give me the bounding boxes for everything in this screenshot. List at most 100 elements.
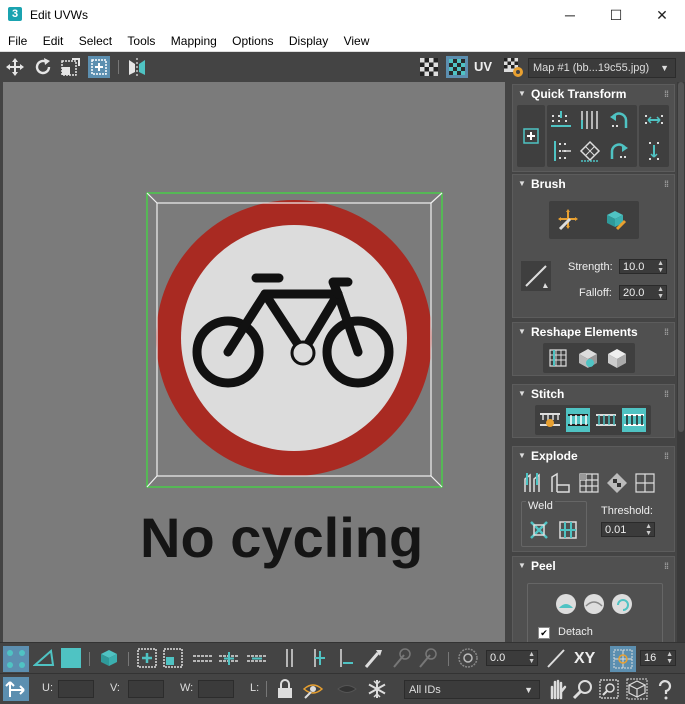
u-coordinate-field[interactable]	[58, 680, 94, 698]
stitch-to-target-icon[interactable]	[622, 408, 646, 432]
falloff-distance-spinner[interactable]: 0.0 ▲ ▼	[486, 650, 538, 666]
space-vertical-icon[interactable]	[578, 108, 602, 132]
break-by-material-icon[interactable]	[577, 471, 601, 495]
scale-icon[interactable]	[60, 56, 82, 78]
grow-selection-icon[interactable]	[136, 647, 158, 669]
paint-grow-icon[interactable]	[390, 647, 412, 669]
zoom-icon[interactable]	[572, 678, 594, 700]
close-button[interactable]: ✕	[639, 0, 685, 31]
straighten-selection-icon[interactable]	[546, 346, 570, 370]
menu-options[interactable]: Options	[228, 31, 277, 51]
rollout-header[interactable]: ▼ Quick Transform ⁞⁞	[513, 85, 674, 103]
stitch-to-source-icon[interactable]	[566, 408, 590, 432]
rollout-header[interactable]: ▼ Peel ⁞⁞	[513, 557, 674, 575]
soft-selection-icon[interactable]	[457, 647, 479, 669]
peel-mode-icon[interactable]	[582, 592, 606, 616]
grow-loop-icon[interactable]	[218, 647, 240, 669]
checker-pattern-icon[interactable]	[418, 56, 440, 78]
align-horizontal-icon[interactable]	[549, 108, 573, 132]
rollout-header[interactable]: ▼ Explode ⁞⁞	[513, 447, 674, 465]
strength-spinner[interactable]: 10.0 ▲ ▼	[619, 259, 667, 274]
ring-selection-icon[interactable]	[278, 647, 300, 669]
menu-file[interactable]: File	[4, 31, 31, 51]
snap-toggle-icon[interactable]	[610, 646, 636, 672]
vertex-mode-icon[interactable]	[3, 646, 29, 672]
maximize-button[interactable]: ☐	[593, 0, 639, 31]
stitch-custom-icon[interactable]	[538, 408, 562, 432]
falloff-space-label[interactable]: XY	[574, 650, 595, 668]
falloff-spinner[interactable]: 20.0 ▲ ▼	[619, 285, 667, 300]
rollout-header[interactable]: ▼ Stitch ⁞⁞	[513, 385, 674, 403]
break-checker-icon[interactable]	[605, 471, 629, 495]
shrink-ring-icon[interactable]	[334, 647, 356, 669]
align-vertical-icon[interactable]	[549, 139, 573, 163]
quick-peel-icon[interactable]	[554, 592, 578, 616]
zoom-region-icon[interactable]	[598, 678, 620, 700]
flatten-by-polygon-icon[interactable]	[633, 471, 657, 495]
uv-selection-frame[interactable]	[3, 82, 505, 642]
texture-options-icon[interactable]	[502, 56, 524, 78]
scrollbar-thumb[interactable]	[678, 82, 684, 432]
material-ids-dropdown[interactable]: All IDs ▼	[404, 680, 540, 699]
shrink-loop-icon[interactable]	[246, 647, 268, 669]
menu-display[interactable]: Display	[285, 31, 332, 51]
loop-selection-icon[interactable]	[192, 647, 214, 669]
explode-to-islands-icon[interactable]	[521, 471, 545, 495]
texture-map-dropdown[interactable]: Map #1 (bb...19c55.jpg) ▼	[528, 58, 676, 78]
edge-mode-icon[interactable]	[33, 647, 55, 669]
threshold-spinner[interactable]: 0.01 ▲ ▼	[601, 522, 655, 537]
menu-view[interactable]: View	[340, 31, 374, 51]
weld-all-selected-icon[interactable]	[556, 518, 580, 542]
menu-mapping[interactable]: Mapping	[167, 31, 221, 51]
reset-peel-icon[interactable]	[610, 592, 634, 616]
rotate-ccw-90-icon[interactable]	[607, 108, 631, 132]
lock-icon[interactable]	[274, 678, 296, 700]
brush-falloff-curve-icon[interactable]	[521, 261, 551, 291]
grow-ring-icon[interactable]	[306, 647, 328, 669]
shrink-selection-icon[interactable]	[162, 647, 184, 669]
zoom-extents-icon[interactable]	[626, 678, 648, 700]
paint-move-icon[interactable]	[556, 207, 580, 231]
move-icon[interactable]	[4, 56, 26, 78]
menu-edit[interactable]: Edit	[39, 31, 68, 51]
menu-select[interactable]: Select	[75, 31, 116, 51]
rollout-header[interactable]: ▼ Brush ⁞⁞	[513, 175, 674, 193]
relax-icon[interactable]	[605, 346, 629, 370]
help-icon[interactable]	[654, 678, 676, 700]
rollout-header[interactable]: ▼ Reshape Elements ⁞⁞	[513, 323, 674, 341]
panel-scrollbar[interactable]	[677, 82, 685, 642]
unhide-icon[interactable]	[336, 678, 358, 700]
pan-hand-icon[interactable]	[546, 678, 568, 700]
freeform-mode-icon[interactable]	[88, 56, 110, 78]
element-mode-icon[interactable]	[98, 647, 120, 669]
paint-select-icon[interactable]	[362, 647, 384, 669]
minimize-button[interactable]: ─	[547, 0, 593, 31]
rotate-cw-90-icon[interactable]	[607, 139, 631, 163]
grid-size-spinner[interactable]: 16 ▲ ▼	[640, 650, 676, 666]
menu-tools[interactable]: Tools	[123, 31, 159, 51]
relax-until-flat-icon[interactable]	[576, 346, 600, 370]
distribute-horizontal-icon[interactable]	[642, 108, 666, 132]
detach-checkbox[interactable]: ✔	[538, 627, 550, 639]
align-to-grid-icon[interactable]	[578, 139, 602, 163]
mirror-icon[interactable]	[126, 56, 148, 78]
distribute-vertical-icon[interactable]	[642, 139, 666, 163]
stitch-average-icon[interactable]	[594, 408, 618, 432]
uv-axis-label[interactable]: UV	[474, 59, 492, 74]
uv-editor-viewport[interactable]: No cycling	[3, 82, 505, 642]
absolute-offset-mode-icon[interactable]	[3, 677, 29, 701]
rotate-icon[interactable]	[32, 56, 54, 78]
weld-selected-icon[interactable]	[527, 518, 551, 542]
toolbar-divider	[128, 652, 129, 666]
break-by-smoothing-icon[interactable]	[549, 471, 573, 495]
w-coordinate-field[interactable]	[198, 680, 234, 698]
falloff-type-icon[interactable]	[545, 647, 567, 669]
paint-shrink-icon[interactable]	[416, 647, 438, 669]
relax-brush-icon[interactable]	[603, 207, 627, 231]
v-coordinate-field[interactable]	[128, 680, 164, 698]
hide-icon[interactable]	[302, 678, 324, 700]
freeze-icon[interactable]	[366, 678, 388, 700]
set-pivot-icon[interactable]	[519, 124, 543, 148]
face-mode-icon[interactable]	[60, 647, 82, 669]
show-map-icon[interactable]	[446, 56, 468, 78]
